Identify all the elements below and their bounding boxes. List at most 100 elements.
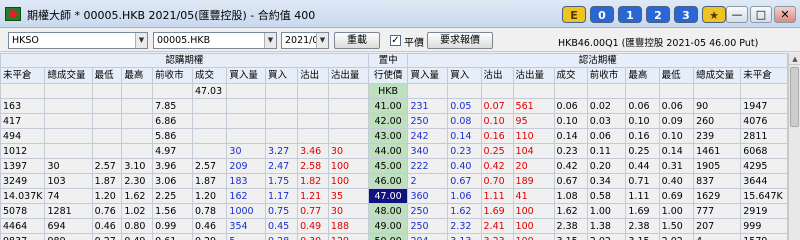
put-cell[interactable]: 3.23	[480, 233, 514, 240]
put-cell[interactable]: 110	[512, 128, 555, 144]
put-cell[interactable]: 0.70	[480, 173, 514, 189]
put-cell[interactable]: 2.32	[447, 218, 482, 234]
call-cell[interactable]: 694	[44, 218, 93, 234]
call-cell[interactable]	[191, 113, 228, 129]
call-cell[interactable]: 162	[226, 188, 267, 204]
call-cell[interactable]: 5.86	[152, 128, 193, 144]
title-button-1[interactable]: 0	[590, 6, 614, 23]
put-cell[interactable]: 1.69	[480, 203, 514, 219]
call-cell[interactable]: 0.61	[152, 233, 193, 240]
call-cell[interactable]	[91, 128, 123, 144]
call-cell[interactable]: 3249	[0, 173, 46, 189]
call-cell[interactable]: 2.58	[297, 158, 329, 174]
strike-price-cell[interactable]: 42.00	[367, 113, 409, 129]
call-cell[interactable]: 1.82	[297, 173, 329, 189]
call-column-header[interactable]: 成交	[191, 67, 228, 84]
put-cell[interactable]: 15.647K	[740, 188, 788, 204]
underlying-cell[interactable]	[265, 83, 299, 99]
put-cell[interactable]: 1629	[693, 188, 742, 204]
call-column-header[interactable]: 未平倉	[0, 67, 46, 84]
put-cell[interactable]: 0.67	[553, 173, 588, 189]
call-cell[interactable]	[91, 143, 123, 159]
underlying-cell[interactable]	[512, 83, 555, 99]
title-button-0[interactable]: E	[562, 6, 586, 23]
table-row[interactable]: 5078 1281 0.76 1.02 1.56 0.78 1000 0.75 0.77 30 48…	[0, 203, 788, 219]
underlying-cell[interactable]	[327, 83, 369, 99]
put-cell[interactable]: 1579	[740, 233, 788, 240]
put-cell[interactable]: 0.10	[625, 113, 660, 129]
call-column-header[interactable]: 沽出	[297, 67, 329, 84]
put-cell[interactable]: 0.06	[658, 98, 695, 114]
put-cell[interactable]: 360	[407, 188, 449, 204]
underlying-cell[interactable]: 47.03	[191, 83, 228, 99]
put-cell[interactable]: 0.69	[658, 188, 695, 204]
call-cell[interactable]	[265, 98, 299, 114]
put-column-header[interactable]: 總成交量	[693, 67, 742, 84]
put-cell[interactable]: 90	[693, 98, 742, 114]
call-cell[interactable]: 0.75	[265, 203, 299, 219]
table-row[interactable]: 417 6.86 42.00 250 0.08 0.10 95 0.10 0.03 0.10 0.0…	[0, 113, 788, 129]
call-cell[interactable]: 30	[327, 143, 369, 159]
put-cell[interactable]: 2811	[740, 128, 788, 144]
put-cell[interactable]: 0.06	[625, 98, 660, 114]
call-cell[interactable]: 14.037K	[0, 188, 46, 204]
reload-button[interactable]: 重載	[334, 32, 380, 49]
put-cell[interactable]: 189	[512, 173, 555, 189]
call-cell[interactable]	[265, 113, 299, 129]
put-column-header[interactable]: 買入量	[407, 67, 449, 84]
call-cell[interactable]: 100	[327, 158, 369, 174]
call-cell[interactable]	[121, 98, 154, 114]
put-cell[interactable]: 1.11	[480, 188, 514, 204]
underlying-cell[interactable]	[91, 83, 123, 99]
call-cell[interactable]: 1.87	[91, 173, 123, 189]
put-cell[interactable]: 340	[407, 143, 449, 159]
put-cell[interactable]: 1.11	[625, 188, 660, 204]
call-column-header[interactable]: 最高	[121, 67, 154, 84]
put-cell[interactable]: 0.25	[480, 143, 514, 159]
call-cell[interactable]: 417	[0, 113, 46, 129]
put-cell[interactable]: 6068	[740, 143, 788, 159]
put-column-header[interactable]: 沽出	[480, 67, 514, 84]
call-cell[interactable]: 1.17	[265, 188, 299, 204]
put-cell[interactable]: 41	[512, 188, 555, 204]
call-cell[interactable]: 0.77	[297, 203, 329, 219]
underlying-code-cell[interactable]: HKB	[367, 83, 409, 99]
underlying-cell[interactable]	[0, 83, 46, 99]
put-cell[interactable]: 777	[693, 203, 742, 219]
put-cell[interactable]: 1.08	[553, 188, 588, 204]
strike-price-cell[interactable]: 50.00	[367, 233, 409, 240]
table-row[interactable]: 163 7.85 41.00 231 0.05 0.07 561 0.06 0.02 0.06 0.…	[0, 98, 788, 114]
put-cell[interactable]: 3.13	[447, 233, 482, 240]
put-cell[interactable]: 100	[512, 233, 555, 240]
put-cell[interactable]: 0.07	[480, 98, 514, 114]
put-cell[interactable]: 0.10	[480, 113, 514, 129]
call-cell[interactable]: 354	[226, 218, 267, 234]
put-cell[interactable]: 999	[740, 218, 788, 234]
put-cell[interactable]: 1.00	[586, 203, 627, 219]
strike-column-header[interactable]: 行使價	[367, 67, 409, 84]
underlying-row[interactable]: 47.03 HKB	[0, 83, 788, 99]
call-cell[interactable]	[327, 128, 369, 144]
call-cell[interactable]: 1.75	[265, 173, 299, 189]
put-cell[interactable]: 0.34	[586, 173, 627, 189]
put-cell[interactable]: 0.67	[447, 173, 482, 189]
call-cell[interactable]: 3.96	[152, 158, 193, 174]
call-cell[interactable]	[226, 98, 267, 114]
call-cell[interactable]: 30	[44, 158, 93, 174]
call-cell[interactable]	[91, 113, 123, 129]
call-cell[interactable]: 2.30	[121, 173, 154, 189]
put-cell[interactable]: 0.06	[586, 128, 627, 144]
title-button-3[interactable]: 2	[646, 6, 670, 23]
call-cell[interactable]: 3.10	[121, 158, 154, 174]
close-button[interactable]: ✕	[774, 6, 796, 23]
put-cell[interactable]: 0.40	[447, 158, 482, 174]
call-cell[interactable]: 1.02	[121, 203, 154, 219]
put-cell[interactable]: 0.20	[586, 158, 627, 174]
scroll-thumb[interactable]	[790, 67, 799, 127]
call-cell[interactable]: 0.49	[297, 218, 329, 234]
call-cell[interactable]	[44, 143, 93, 159]
table-row[interactable]: 494 5.86 43.00 242 0.14 0.16 110 0.14 0.06 0.16 0.…	[0, 128, 788, 144]
call-cell[interactable]: 100	[327, 173, 369, 189]
put-cell[interactable]: 2.41	[480, 218, 514, 234]
put-column-header[interactable]: 成交	[553, 67, 588, 84]
